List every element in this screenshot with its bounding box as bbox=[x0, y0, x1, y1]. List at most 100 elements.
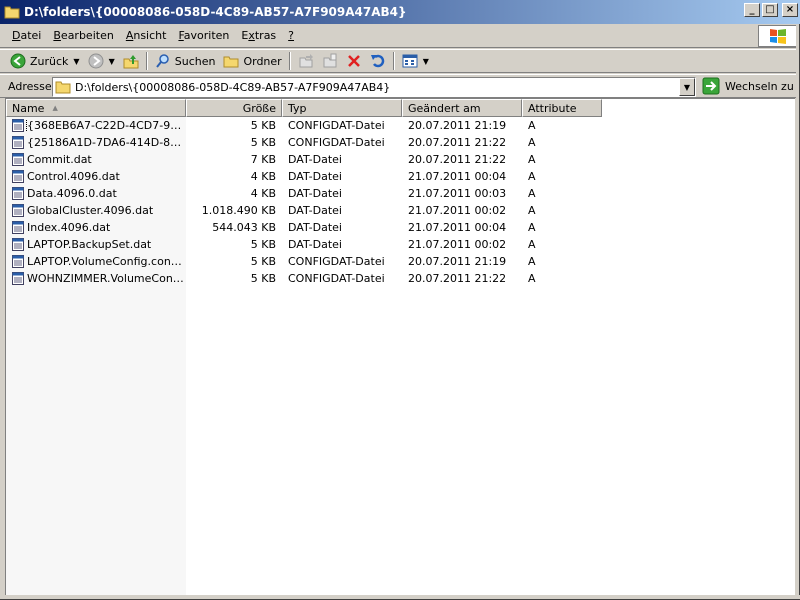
up-folder-icon bbox=[123, 55, 139, 69]
file-modified: 21.07.2011 00:03 bbox=[408, 187, 507, 200]
file-size: 5 KB bbox=[250, 272, 276, 285]
search-label: Suchen bbox=[174, 54, 216, 68]
file-type: CONFIGDAT-Datei bbox=[288, 255, 385, 268]
file-modified: 20.07.2011 21:22 bbox=[408, 272, 507, 285]
up-folder-button[interactable] bbox=[119, 50, 143, 72]
table-row[interactable]: Data.4096.0.dat 4 KB DAT-Datei 21.07.201… bbox=[6, 185, 796, 202]
file-name: {25186A1D-7DA6-414D-8F11... bbox=[27, 136, 186, 149]
address-input[interactable]: D:\folders\{00008086-058D-4C89-AB57-A7F9… bbox=[52, 77, 696, 97]
file-name-cell[interactable]: {368EB6A7-C22D-4CD7-9890... bbox=[6, 119, 186, 132]
file-icon bbox=[12, 136, 24, 149]
dropdown-arrow-icon[interactable]: ▼ bbox=[73, 57, 79, 66]
table-row[interactable]: GlobalCluster.4096.dat 1.018.490 KB DAT-… bbox=[6, 202, 796, 219]
table-row[interactable]: Commit.dat 7 KB DAT-Datei 20.07.2011 21:… bbox=[6, 151, 796, 168]
table-row[interactable]: LAPTOP.VolumeConfig.configdat 5 KB CONFI… bbox=[6, 253, 796, 270]
file-name-cell[interactable]: LAPTOP.BackupSet.dat bbox=[6, 238, 186, 251]
column-header-attributes[interactable]: Attribute bbox=[522, 99, 602, 117]
file-attributes: A bbox=[528, 272, 536, 285]
back-button[interactable]: Zurück ▼ bbox=[6, 50, 84, 72]
table-row[interactable]: {368EB6A7-C22D-4CD7-9890... 5 KB CONFIGD… bbox=[6, 117, 796, 134]
file-name-cell[interactable]: Data.4096.0.dat bbox=[6, 187, 186, 200]
folders-label: Ordner bbox=[243, 54, 282, 68]
column-header-size[interactable]: Größe bbox=[186, 99, 282, 117]
file-name-cell[interactable]: LAPTOP.VolumeConfig.configdat bbox=[6, 255, 186, 268]
column-header-modified[interactable]: Geändert am bbox=[402, 99, 522, 117]
file-icon bbox=[12, 255, 24, 268]
file-size: 1.018.490 KB bbox=[201, 204, 276, 217]
file-size: 5 KB bbox=[250, 136, 276, 149]
file-size: 7 KB bbox=[250, 153, 276, 166]
file-name-cell[interactable]: WOHNZIMMER.VolumeConfig.... bbox=[6, 272, 186, 285]
file-icon bbox=[12, 170, 24, 183]
views-button[interactable]: ▼ bbox=[398, 50, 433, 72]
column-header-type[interactable]: Typ bbox=[282, 99, 402, 117]
close-button[interactable]: × bbox=[782, 3, 798, 17]
file-icon bbox=[12, 221, 24, 234]
title-bar[interactable]: D:\folders\{00008086-058D-4C89-AB57-A7F9… bbox=[0, 0, 800, 24]
dropdown-arrow-icon[interactable]: ▼ bbox=[109, 57, 115, 66]
file-modified: 20.07.2011 21:22 bbox=[408, 136, 507, 149]
file-attributes: A bbox=[528, 238, 536, 251]
folder-icon bbox=[223, 56, 239, 68]
sort-ascending-icon: ▲ bbox=[52, 104, 58, 112]
toolbar-separator bbox=[288, 52, 291, 70]
file-icon bbox=[12, 272, 24, 285]
dropdown-arrow-icon[interactable]: ▼ bbox=[423, 57, 429, 66]
file-type: DAT-Datei bbox=[288, 170, 342, 183]
file-size: 5 KB bbox=[250, 255, 276, 268]
forward-button[interactable]: ▼ bbox=[84, 50, 119, 72]
address-value: D:\folders\{00008086-058D-4C89-AB57-A7F9… bbox=[75, 80, 391, 94]
file-name: WOHNZIMMER.VolumeConfig.... bbox=[27, 272, 186, 285]
menu-ansicht[interactable]: Ansicht bbox=[120, 29, 173, 42]
go-label: Wechseln zu bbox=[725, 79, 794, 93]
address-bar: Adresse D:\folders\{00008086-058D-4C89-A… bbox=[0, 74, 800, 98]
maximize-button[interactable]: □ bbox=[762, 3, 778, 17]
move-to-button[interactable] bbox=[294, 50, 318, 72]
delete-button[interactable] bbox=[342, 50, 366, 72]
table-row[interactable]: WOHNZIMMER.VolumeConfig.... 5 KB CONFIGD… bbox=[6, 270, 796, 287]
file-list[interactable]: Name ▲ Größe Typ Geändert am Attribute {… bbox=[5, 98, 796, 596]
menu-bearbeiten[interactable]: Bearbeiten bbox=[47, 29, 119, 42]
file-attributes: A bbox=[528, 136, 536, 149]
file-attributes: A bbox=[528, 187, 536, 200]
search-button[interactable]: Suchen bbox=[151, 50, 220, 72]
file-name-cell[interactable]: {25186A1D-7DA6-414D-8F11... bbox=[6, 136, 186, 149]
file-name-cell[interactable]: Index.4096.dat bbox=[6, 221, 186, 234]
menu-bar: Datei Bearbeiten Ansicht Favoriten Extra… bbox=[0, 24, 800, 48]
file-type: CONFIGDAT-Datei bbox=[288, 119, 385, 132]
column-header-name[interactable]: Name ▲ bbox=[6, 99, 186, 117]
undo-button[interactable] bbox=[366, 50, 390, 72]
menu-extras[interactable]: Extras bbox=[235, 29, 282, 42]
copy-to-button[interactable] bbox=[318, 50, 342, 72]
menu-datei[interactable]: Datei bbox=[6, 29, 47, 42]
minimize-button[interactable]: _ bbox=[744, 3, 760, 17]
list-header: Name ▲ Größe Typ Geändert am Attribute bbox=[6, 99, 796, 117]
menu-help[interactable]: ? bbox=[282, 29, 300, 42]
folders-button[interactable]: Ordner bbox=[219, 50, 285, 72]
file-name: GlobalCluster.4096.dat bbox=[27, 204, 154, 217]
back-label: Zurück bbox=[30, 54, 69, 68]
table-row[interactable]: Control.4096.dat 4 KB DAT-Datei 21.07.20… bbox=[6, 168, 796, 185]
address-dropdown-button[interactable]: ▼ bbox=[679, 78, 695, 96]
table-row[interactable]: {25186A1D-7DA6-414D-8F11... 5 KB CONFIGD… bbox=[6, 134, 796, 151]
column-name-label: Name bbox=[12, 101, 45, 115]
go-button[interactable]: Wechseln zu bbox=[702, 77, 794, 95]
table-row[interactable]: Index.4096.dat 544.043 KB DAT-Datei 21.0… bbox=[6, 219, 796, 236]
file-modified: 21.07.2011 00:02 bbox=[408, 238, 507, 251]
folder-icon bbox=[55, 81, 71, 94]
file-size: 5 KB bbox=[250, 119, 276, 132]
window-border-bottom bbox=[0, 595, 800, 600]
menu-favoriten[interactable]: Favoriten bbox=[172, 29, 235, 42]
file-type: DAT-Datei bbox=[288, 204, 342, 217]
file-attributes: A bbox=[528, 119, 536, 132]
forward-arrow-icon bbox=[88, 53, 104, 69]
file-name-cell[interactable]: Commit.dat bbox=[6, 153, 186, 166]
file-name-cell[interactable]: Control.4096.dat bbox=[6, 170, 186, 183]
file-modified: 21.07.2011 00:04 bbox=[408, 170, 507, 183]
file-name-cell[interactable]: GlobalCluster.4096.dat bbox=[6, 204, 186, 217]
table-row[interactable]: LAPTOP.BackupSet.dat 5 KB DAT-Datei 21.0… bbox=[6, 236, 796, 253]
file-attributes: A bbox=[528, 255, 536, 268]
undo-icon bbox=[370, 54, 384, 68]
delete-icon bbox=[347, 55, 360, 67]
file-size: 544.043 KB bbox=[212, 221, 276, 234]
